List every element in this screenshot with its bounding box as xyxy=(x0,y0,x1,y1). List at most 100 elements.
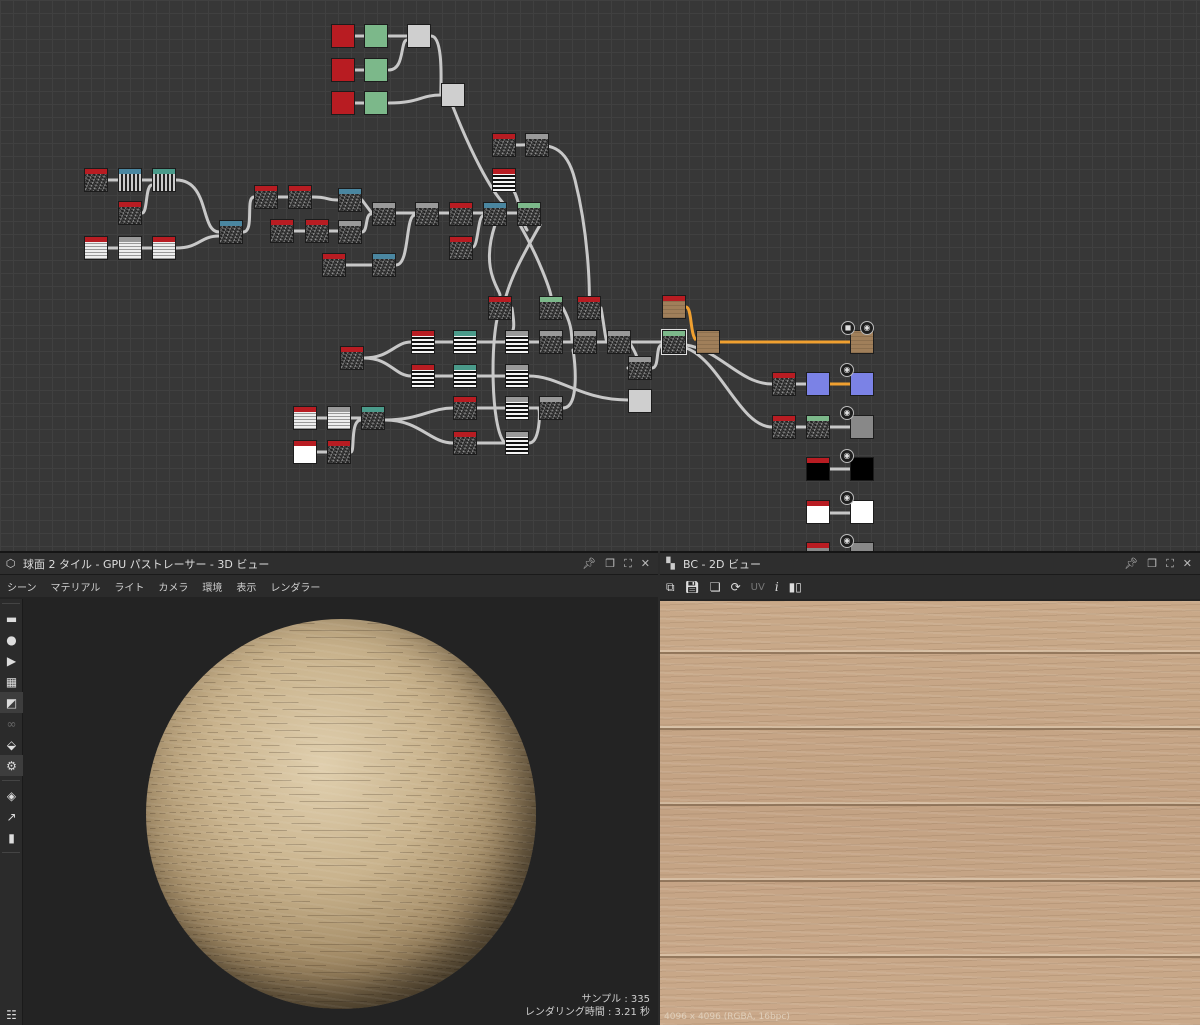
cursor-icon[interactable]: ▶ xyxy=(0,650,23,671)
graph-node[interactable] xyxy=(517,202,541,226)
output-node-normal[interactable] xyxy=(850,372,874,396)
graph-node[interactable] xyxy=(577,296,601,320)
graph-node[interactable] xyxy=(539,296,563,320)
maximize-icon[interactable]: ⛶ xyxy=(624,557,632,571)
graph-node[interactable] xyxy=(607,330,631,354)
light-bulb-icon[interactable]: ● xyxy=(0,629,23,650)
graph-node[interactable] xyxy=(449,236,473,260)
graph-node[interactable] xyxy=(364,58,388,82)
graph-node[interactable] xyxy=(407,24,431,48)
graph-node[interactable] xyxy=(118,201,142,225)
graph-node[interactable] xyxy=(449,202,473,226)
graph-node[interactable] xyxy=(415,202,439,226)
graph-node[interactable] xyxy=(338,188,362,212)
graph-node[interactable] xyxy=(505,431,529,455)
graph-node[interactable] xyxy=(305,219,329,243)
menu-scene[interactable]: シーン xyxy=(0,579,44,594)
menu-renderer[interactable]: レンダラー xyxy=(263,579,327,594)
graph-node[interactable] xyxy=(806,500,830,524)
environment-icon[interactable]: ▦ xyxy=(0,671,23,692)
refresh-icon[interactable]: ⟳ xyxy=(731,580,741,594)
graph-node[interactable] xyxy=(361,406,385,430)
graph-node[interactable] xyxy=(254,185,278,209)
stamp-icon[interactable]: ⬙ xyxy=(0,734,23,755)
layers-icon[interactable]: ◈ xyxy=(0,785,23,806)
graph-node[interactable] xyxy=(488,296,512,320)
output-node-ao[interactable] xyxy=(850,500,874,524)
histogram-icon[interactable]: ▮ xyxy=(0,827,23,848)
graph-node[interactable] xyxy=(118,236,142,260)
graph-node[interactable] xyxy=(772,372,796,396)
axes-icon[interactable]: ↗ xyxy=(0,806,23,827)
menu-material[interactable]: マテリアル xyxy=(44,579,108,594)
pin-icon[interactable]: 📌︎ xyxy=(1124,557,1138,571)
graph-node[interactable] xyxy=(492,168,516,192)
graph-node[interactable] xyxy=(483,202,507,226)
graph-node[interactable] xyxy=(372,253,396,277)
graph-node[interactable] xyxy=(573,330,597,354)
close-icon[interactable]: ✕ xyxy=(1183,557,1192,571)
graph-node[interactable] xyxy=(327,406,351,430)
graph-node[interactable] xyxy=(84,236,108,260)
graph-node[interactable] xyxy=(539,330,563,354)
copy-icon[interactable]: ❏ xyxy=(710,580,721,594)
camera-icon[interactable]: ▬ xyxy=(0,608,23,629)
graph-node[interactable] xyxy=(270,219,294,243)
graph-node[interactable] xyxy=(331,58,355,82)
pin-icon[interactable]: 📌︎ xyxy=(582,557,596,571)
save-icon[interactable]: 💾︎ xyxy=(685,580,700,594)
graph-node[interactable] xyxy=(293,406,317,430)
viewport-3d[interactable]: サンプル : 335 レンダリング時間 : 3.21 秒 xyxy=(24,599,658,1025)
graph-node[interactable] xyxy=(806,457,830,481)
graph-node[interactable] xyxy=(322,253,346,277)
graph-node[interactable] xyxy=(152,236,176,260)
graph-node[interactable] xyxy=(340,346,364,370)
graph-node[interactable] xyxy=(364,91,388,115)
graph-node[interactable] xyxy=(293,440,317,464)
graph-node[interactable] xyxy=(453,330,477,354)
graph-node[interactable] xyxy=(441,83,465,107)
menu-display[interactable]: 表示 xyxy=(229,579,263,594)
graph-node[interactable] xyxy=(505,330,529,354)
maximize-icon[interactable]: ⛶ xyxy=(1166,557,1174,571)
graph-node[interactable] xyxy=(84,168,108,192)
render-settings-icon[interactable]: ⚙ xyxy=(0,755,23,776)
graph-node[interactable] xyxy=(806,415,830,439)
graph-node[interactable] xyxy=(772,415,796,439)
shading-icon[interactable]: ◩ xyxy=(0,692,23,713)
graph-node[interactable] xyxy=(152,168,176,192)
graph-node[interactable] xyxy=(331,24,355,48)
output-node-roughness[interactable] xyxy=(850,415,874,439)
graph-node[interactable] xyxy=(453,364,477,388)
graph-node[interactable] xyxy=(661,329,687,355)
info-icon[interactable]: i xyxy=(775,580,779,594)
graph-node[interactable] xyxy=(662,295,686,319)
graph-node[interactable] xyxy=(219,220,243,244)
graph-node[interactable] xyxy=(288,185,312,209)
restore-icon[interactable]: ❐ xyxy=(605,557,615,571)
link-icon[interactable]: ∞ xyxy=(0,713,23,734)
graph-node[interactable] xyxy=(331,91,355,115)
graph-node[interactable] xyxy=(327,440,351,464)
graph-node[interactable] xyxy=(806,542,830,551)
graph-node[interactable] xyxy=(539,396,563,420)
graph-node[interactable] xyxy=(372,202,396,226)
menu-camera[interactable]: カメラ xyxy=(151,579,195,594)
graph-node[interactable] xyxy=(492,133,516,157)
graph-node[interactable] xyxy=(453,396,477,420)
menu-light[interactable]: ライト xyxy=(107,579,151,594)
viewport-2d[interactable]: 4096 x 4096 (RGBA, 16bpc) xyxy=(660,601,1200,1025)
graph-node[interactable] xyxy=(628,356,652,380)
graph-node[interactable] xyxy=(696,330,720,354)
graph-node[interactable] xyxy=(411,330,435,354)
graph-node[interactable] xyxy=(505,364,529,388)
graph-node[interactable] xyxy=(338,220,362,244)
scene-tree-icon[interactable]: ☷ xyxy=(0,1004,23,1025)
node-graph[interactable]: ◼ ◉ ◉ ◉ ◉ ◉ ◉ xyxy=(0,0,1200,551)
graph-node[interactable] xyxy=(628,389,652,413)
restore-icon[interactable]: ❐ xyxy=(1147,557,1157,571)
uv-dropdown[interactable]: UV xyxy=(751,582,765,593)
graph-node[interactable] xyxy=(806,372,830,396)
close-icon[interactable]: ✕ xyxy=(641,557,650,571)
output-node-metallic[interactable] xyxy=(850,457,874,481)
